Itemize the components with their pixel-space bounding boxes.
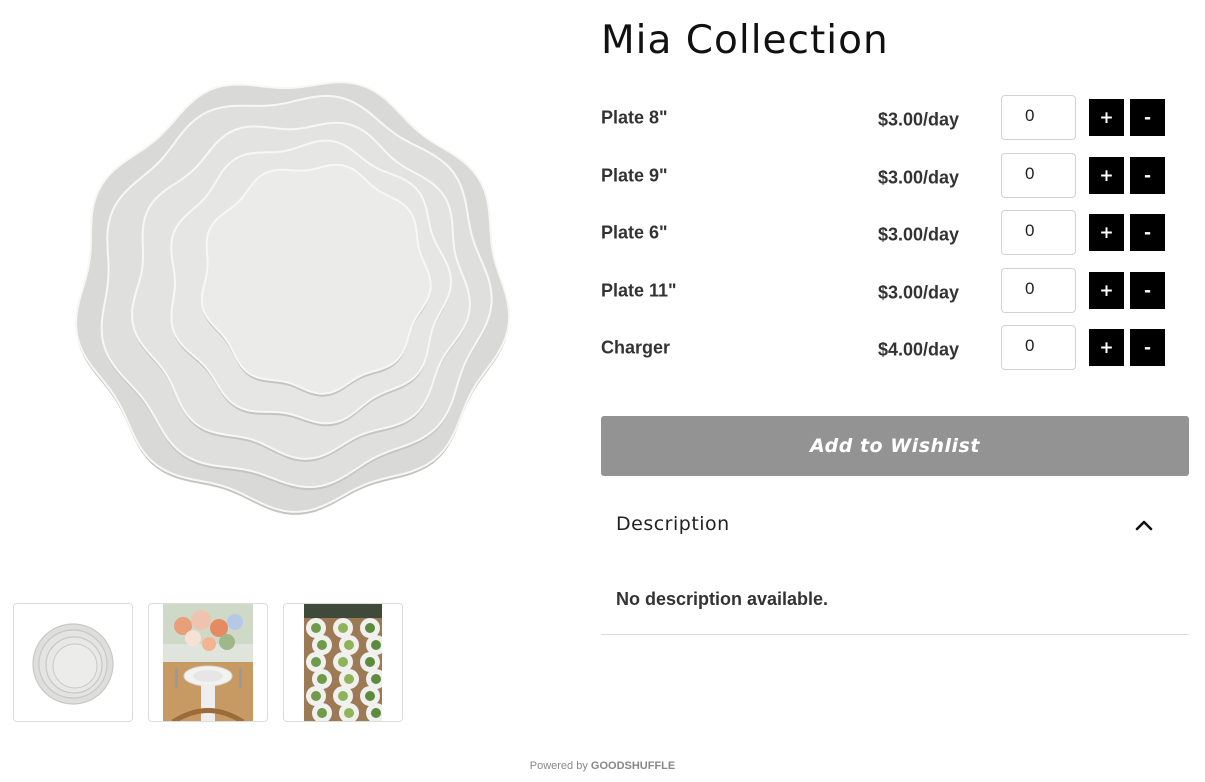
thumbnail-floral-table[interactable]	[148, 603, 268, 722]
thumbnail-strip	[13, 603, 403, 722]
stacked-plates-thumbnail-image	[32, 622, 114, 705]
banquet-salad	[311, 622, 321, 633]
banquet-salad	[311, 690, 321, 701]
increment-button[interactable]: +	[1089, 329, 1124, 366]
quantity-input[interactable]	[1001, 153, 1076, 198]
banquet-salad	[365, 622, 375, 633]
increment-button[interactable]: +	[1089, 157, 1124, 194]
banquet-salad	[317, 639, 327, 650]
description-divider	[601, 634, 1189, 635]
product-main-image	[60, 50, 550, 540]
increment-button[interactable]: +	[1089, 214, 1124, 251]
add-to-wishlist-button[interactable]: Add to Wishlist	[601, 416, 1189, 476]
item-price: $3.00/day	[878, 109, 960, 130]
quantity-input[interactable]	[1001, 268, 1076, 313]
decrement-button[interactable]: -	[1130, 157, 1165, 194]
thumbnail-banquet-table[interactable]	[283, 603, 403, 722]
item-price: $3.00/day	[878, 282, 960, 303]
banquet-salad	[338, 690, 348, 701]
stacked-plates-image	[74, 81, 511, 515]
banquet-salad	[344, 707, 354, 718]
item-row-plate-6: Plate 6" $3.00/day + -	[601, 210, 1171, 256]
powered-by-label: Powered by	[529, 760, 588, 772]
quantity-input[interactable]	[1001, 95, 1076, 140]
banquet-table-thumbnail-image	[304, 604, 382, 721]
description-body: No description available.	[616, 589, 829, 609]
item-row-charger: Charger $4.00/day + -	[601, 325, 1171, 371]
increment-button[interactable]: +	[1089, 272, 1124, 309]
item-name: Plate 11"	[601, 280, 677, 301]
item-price: $3.00/day	[878, 167, 960, 188]
item-price: $3.00/day	[878, 224, 960, 245]
decrement-button[interactable]: -	[1130, 329, 1165, 366]
item-row-plate-8: Plate 8" $3.00/day + -	[601, 95, 1171, 141]
banquet-salad	[338, 656, 348, 667]
banquet-salad	[338, 622, 348, 633]
quantity-input[interactable]	[1001, 210, 1076, 255]
decrement-button[interactable]: -	[1130, 272, 1165, 309]
chevron-up-icon[interactable]	[1135, 518, 1153, 532]
banquet-salad	[317, 673, 327, 684]
decrement-button[interactable]: -	[1130, 99, 1165, 136]
banquet-salad	[365, 656, 375, 667]
thumbnail-stacked-plates[interactable]	[13, 603, 133, 722]
increment-button[interactable]: +	[1089, 99, 1124, 136]
item-name: Plate 9"	[601, 165, 668, 186]
banquet-salad	[371, 639, 381, 650]
banquet-salad	[311, 656, 321, 667]
item-row-plate-9: Plate 9" $3.00/day + -	[601, 153, 1171, 199]
decrement-button[interactable]: -	[1130, 214, 1165, 251]
floral-table-thumbnail-image	[163, 604, 253, 721]
item-row-plate-11: Plate 11" $3.00/day + -	[601, 268, 1171, 314]
banquet-salad	[371, 707, 381, 718]
powered-by-footer: Powered by GOODSHUFFLE	[0, 760, 1205, 772]
banquet-salad	[371, 673, 381, 684]
item-name: Charger	[601, 337, 671, 358]
banquet-salad	[344, 673, 354, 684]
banquet-salad	[317, 707, 327, 718]
powered-by-brand-link[interactable]: GOODSHUFFLE	[591, 760, 675, 772]
banquet-salad	[365, 690, 375, 701]
description-accordion-header[interactable]: Description	[601, 496, 1189, 556]
quantity-input[interactable]	[1001, 325, 1076, 370]
product-title: Mia Collection	[601, 18, 889, 63]
item-name: Plate 6"	[601, 222, 668, 243]
item-price: $4.00/day	[878, 339, 960, 360]
item-name: Plate 8"	[601, 107, 668, 128]
banquet-salad	[344, 639, 354, 650]
description-title: Description	[616, 513, 730, 535]
